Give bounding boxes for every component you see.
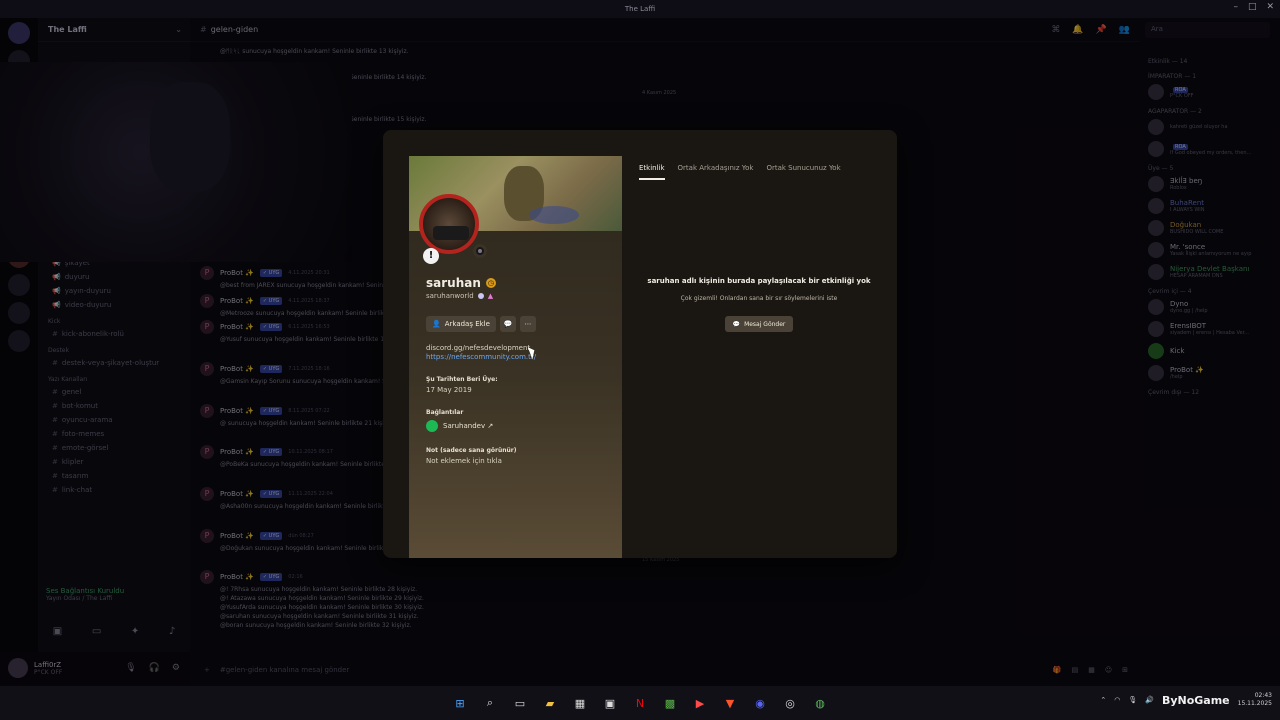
send-message-label: Mesaj Gönder [744,320,786,328]
profile-note: Not (sadece sana görünür) Not eklemek iç… [426,447,516,465]
chat-bubble-icon: 💬 [503,320,513,328]
profile-display-name: saruhan ◷ [426,276,496,290]
display-name-text: saruhan [426,276,481,290]
note-input[interactable]: Not eklemek için tıkla [426,457,516,465]
globe-icon[interactable]: ◍ [811,694,829,712]
store-icon[interactable]: ▣ [601,694,619,712]
maximize-icon[interactable]: □ [1248,2,1257,12]
message-button[interactable]: 💬 [499,316,516,332]
connection-name: Saruhandev ↗ [443,422,494,430]
badge-icon [477,293,484,299]
profile-username: saruhanworld ▲ [426,292,493,300]
send-message-button[interactable]: 💬 Mesaj Gönder [725,316,793,332]
more-button[interactable]: ⋯ [519,316,536,332]
brave-browser-icon[interactable]: ▼ [721,694,739,712]
about-line: discord.gg/nefesdevelopment [426,344,531,352]
profile-actions: 👤 Arkadaş Ekle 💬 ⋯ [426,316,536,332]
tab-mutual-friends[interactable]: Ortak Arkadaşınız Yok [678,164,754,180]
empty-subtitle: Çok gizemli! Onlardan sana bir sır söyle… [680,295,838,302]
clock[interactable]: 02:43 15.11.2025 [1238,692,1272,708]
steam-icon[interactable]: ◎ [781,694,799,712]
chevron-up-icon[interactable]: ⌃ [1100,696,1106,704]
window-title-bar: The Laffi – □ ✕ [0,0,1280,18]
speaker-icon[interactable]: 🔊 [1145,696,1154,704]
member-since-label: Şu Tarihten Beri Üye: [426,376,498,383]
add-friend-label: Arkadaş Ekle [444,320,490,328]
window-title: The Laffi [624,5,656,13]
tab-activity[interactable]: Etkinlik [639,164,665,180]
task-view-icon[interactable]: ▭ [511,694,529,712]
more-icon: ⋯ [524,320,532,328]
profile-connections: Bağlantılar Saruhandev ↗ [426,409,493,432]
profile-member-since: Şu Tarihten Beri Üye: 17 May 2019 [426,376,498,394]
spotify-icon [426,420,438,432]
start-icon[interactable]: ⊞ [451,694,469,712]
wifi-icon[interactable]: ◠ [1114,696,1120,704]
clock-badge-icon: ◷ [485,278,496,288]
minecraft-icon[interactable]: ▩ [661,694,679,712]
discord-icon[interactable]: ◉ [751,694,769,712]
profile-about: discord.gg/nefesdevelopment https://nefe… [426,344,536,361]
activity-empty-state: saruhan adlı kişinin burada paylaşılacak… [639,276,879,332]
netflix-icon[interactable]: N [631,694,649,712]
connections-label: Bağlantılar [426,409,464,416]
search-icon[interactable]: ⌕ [481,694,499,712]
chat-bubble-icon: 💬 [732,320,741,328]
close-icon[interactable]: ✕ [1266,2,1274,12]
banner-art [529,206,579,224]
tab-mutual-servers[interactable]: Ortak Sunucunuz Yok [766,164,840,180]
clock-date: 15.11.2025 [1237,700,1272,707]
member-since-value: 17 May 2019 [426,386,472,394]
triangle-badge-icon: ▲ [487,292,494,300]
folder-icon[interactable]: ▰ [541,694,559,712]
profile-tabs: Etkinlik Ortak Arkadaşınız Yok Ortak Sun… [639,164,841,180]
system-tray: ⌃ ◠ 🎙 🔊 ByNoGame 02:43 15.11.2025 [1100,692,1272,708]
profile-left-pane: ! saruhan ◷ saruhanworld ▲ 👤 Arkadaş Ekl… [409,156,622,558]
taskbar: ⊞ ⌕ ▭ ▰ ▦ ▣ N ▩ ▶ ▼ ◉ ◎ ◍ [0,686,1280,720]
minimize-icon[interactable]: – [1233,2,1238,12]
add-friend-button[interactable]: 👤 Arkadaş Ekle [426,316,496,332]
media-player-icon[interactable]: ▶ [691,694,709,712]
note-label: Not (sadece sana görünür) [426,447,517,454]
profile-avatar[interactable] [419,194,479,254]
status-offline-icon [473,244,487,258]
avatar-car [433,226,469,240]
clock-time: 02:43 [1254,692,1272,699]
empty-title: saruhan adlı kişinin burada paylaşılacak… [647,277,871,285]
user-profile-modal: ! saruhan ◷ saruhanworld ▲ 👤 Arkadaş Ekl… [383,130,897,558]
exclamation-badge-icon: ! [423,248,439,264]
brand-watermark: ByNoGame [1161,693,1230,707]
username-text: saruhanworld [426,292,474,300]
microphone-icon[interactable]: 🎙 [1128,696,1137,704]
about-link[interactable]: https://nefescommunity.com.tr/ [426,353,536,361]
app-icon[interactable]: ▦ [571,694,589,712]
add-user-icon: 👤 [432,320,441,328]
connection-spotify[interactable]: Saruhandev ↗ [426,420,493,432]
